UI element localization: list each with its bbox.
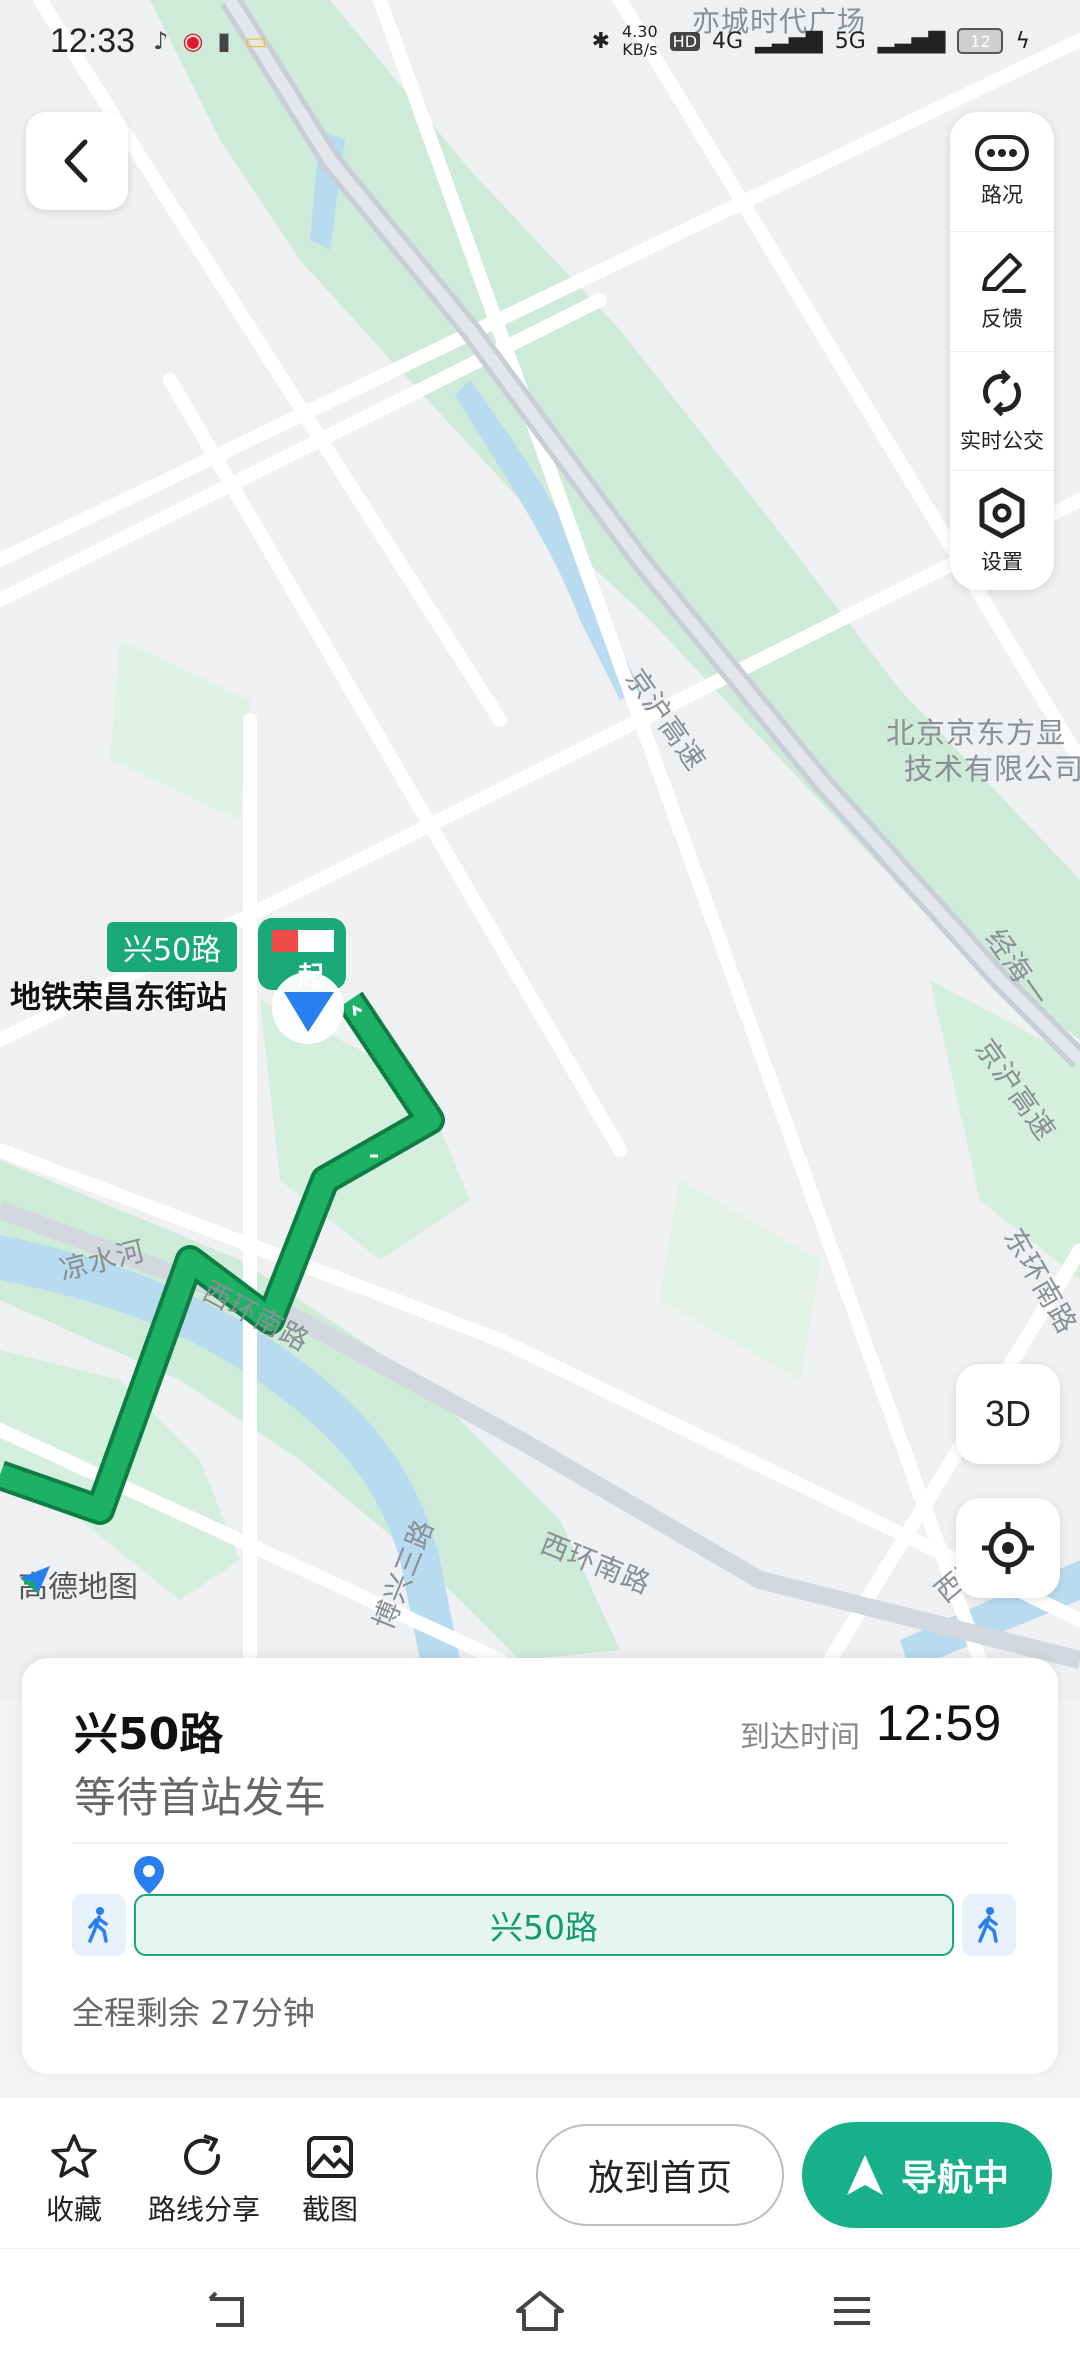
bus-status: 等待首站发车 — [74, 1773, 327, 1822]
arrive-time-value: 12:59 — [876, 1695, 1002, 1751]
route-info-card[interactable]: 兴50路 等待首站发车 到达时间 12:59 兴50路 全程剩余 27分钟 — [22, 1658, 1058, 2074]
position-pin-icon — [134, 1856, 164, 1894]
notification-dot-icon: ▭ — [244, 27, 268, 55]
map-label-boe-2: 技术有限公司 — [904, 752, 1080, 786]
feedback-pen-icon — [982, 253, 1026, 294]
station-label[interactable]: 地铁荣昌东街站 — [10, 972, 227, 1017]
map-tools-panel: 路况 反馈 实时公交 设置 — [950, 112, 1054, 590]
system-menu-icon[interactable] — [830, 2289, 874, 2333]
net-speed-unit: KB/s — [622, 40, 658, 59]
location-arrow-icon — [272, 972, 344, 1044]
3d-toggle-button[interactable]: 3D — [956, 1364, 1060, 1464]
system-navigation-bar — [0, 2248, 1080, 2376]
amap-brand: 高德地图 — [18, 1562, 138, 1606]
tool-realtime-bus[interactable]: 实时公交 — [950, 352, 1054, 472]
locate-button[interactable] — [956, 1498, 1060, 1598]
signal-bars-icon: ▂▃▅▇ — [877, 28, 946, 54]
walk-segment-start — [72, 1894, 126, 1956]
favorite-label: 收藏 — [46, 2193, 103, 2226]
navigating-label: 导航中 — [900, 2158, 1009, 2199]
net-speed-value: 4.30 — [622, 22, 658, 41]
tool-traffic[interactable]: 路况 — [950, 112, 1054, 232]
remaining-time: 全程剩余 27分钟 — [72, 1994, 315, 2032]
navigation-arrow-icon — [846, 2155, 883, 2195]
battery-saver-icon: ▮ — [217, 27, 231, 55]
tool-feedback[interactable]: 反馈 — [950, 232, 1054, 352]
music-note-icon: ♪ — [153, 27, 169, 55]
tool-traffic-label: 路况 — [981, 183, 1023, 208]
walking-person-icon — [978, 1907, 998, 1943]
settings-hex-icon — [979, 487, 1025, 539]
pin-to-home-button[interactable]: 放到首页 — [536, 2124, 784, 2226]
tool-realtime-bus-label: 实时公交 — [960, 428, 1044, 453]
card-divider — [72, 1842, 1008, 1844]
walk-segment-end — [962, 1894, 1016, 1956]
tool-settings[interactable]: 设置 — [950, 471, 1054, 590]
bus-line-title: 兴50路 — [74, 1709, 224, 1760]
screenshot-button[interactable]: 截图 — [302, 2132, 358, 2228]
signal-5g: 5G — [834, 28, 866, 54]
route-tag-label[interactable]: 兴50路 — [107, 922, 238, 972]
back-button[interactable] — [26, 112, 128, 210]
battery-level: 12 — [957, 28, 1004, 54]
system-back-icon[interactable] — [204, 2289, 252, 2333]
bus-segment-bar: 兴50路 — [134, 1894, 954, 1956]
image-icon — [307, 2136, 353, 2178]
share-icon — [184, 2134, 221, 2175]
signal-bars-icon: ▂▃▅▇ — [755, 28, 823, 54]
system-home-icon[interactable] — [514, 2289, 566, 2333]
traffic-icon — [975, 135, 1029, 172]
share-route-label: 路线分享 — [148, 2193, 261, 2226]
share-route-button[interactable]: 路线分享 — [148, 2132, 260, 2228]
charging-icon: ϟ — [1015, 28, 1030, 54]
navigating-button[interactable]: 导航中 — [802, 2122, 1052, 2228]
arrive-time-label: 到达时间 — [740, 1720, 860, 1755]
amap-logo-icon — [20, 1566, 50, 1594]
realtime-bus-icon — [982, 369, 1022, 417]
signal-4g: 4G — [712, 28, 744, 54]
tool-feedback-label: 反馈 — [981, 307, 1023, 332]
chevron-left-icon — [64, 139, 88, 183]
star-icon — [51, 2134, 97, 2178]
status-time: 12:33 — [50, 21, 136, 60]
walking-person-icon — [88, 1907, 108, 1943]
bluetooth-icon: ✱ — [591, 28, 611, 54]
bottom-action-bar: 收藏 路线分享 截图 放到首页 导航中 — [0, 2098, 1080, 2248]
map-canvas[interactable]: 亦城时代广场 京沪高速 北京京东方显 技术有限公司 经海一 京沪高速 东环南路 … — [0, 0, 1080, 1700]
tool-settings-label: 设置 — [981, 549, 1023, 574]
locate-crosshair-icon — [982, 1522, 1034, 1574]
status-bar: 12:33 ♪ ◉ ▮ ▭ ✱ 4.30 KB/s HD 4G ▂▃▅▇ 5G … — [0, 0, 1080, 82]
favorite-button[interactable]: 收藏 — [46, 2132, 102, 2228]
screenshot-label: 截图 — [302, 2193, 359, 2226]
map-graphic — [0, 0, 1080, 1670]
hd-badge: HD — [669, 31, 701, 51]
weibo-icon: ◉ — [182, 27, 204, 55]
